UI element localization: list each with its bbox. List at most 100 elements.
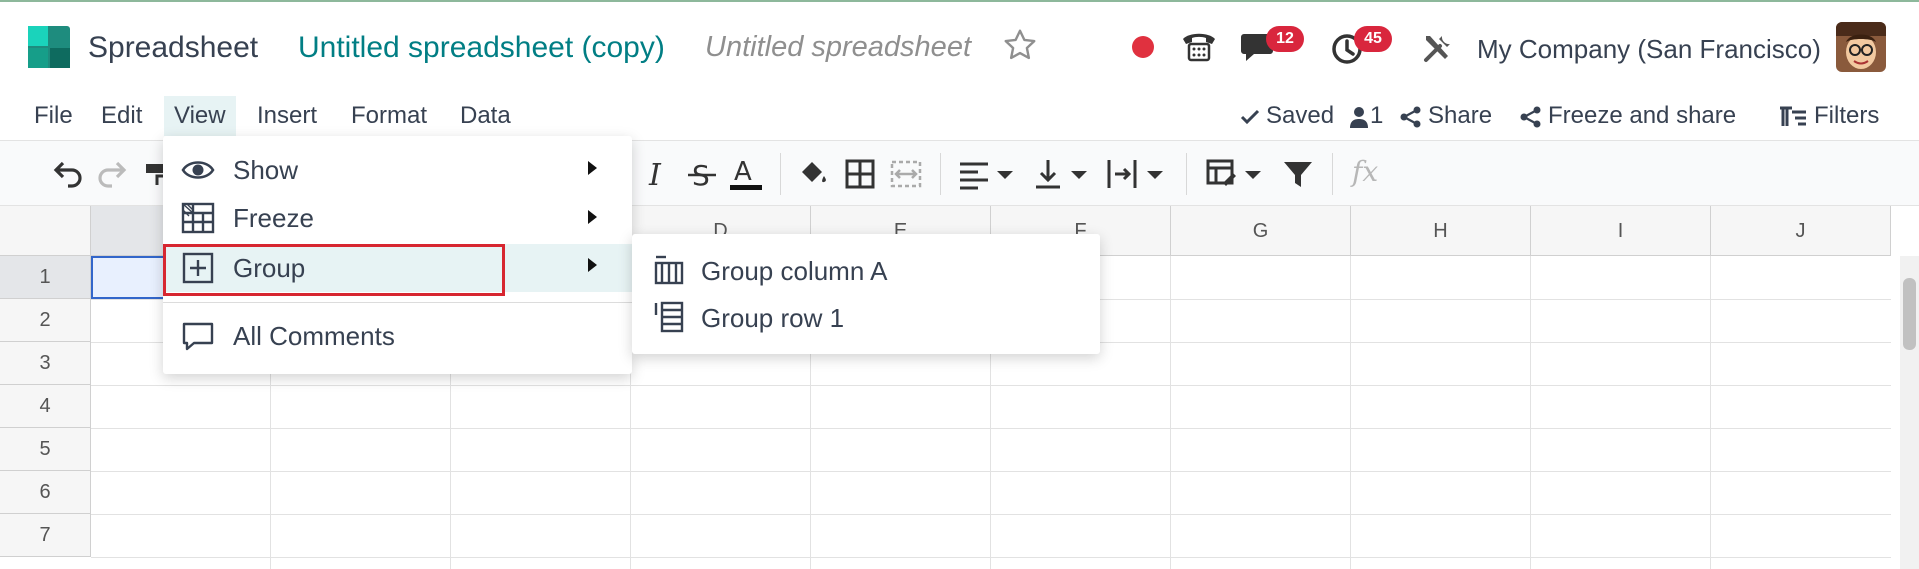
- phone-icon[interactable]: [1180, 28, 1218, 64]
- company-switcher[interactable]: My Company (San Francisco): [1477, 34, 1821, 65]
- grid-row-line: [91, 557, 1891, 558]
- column-header-j[interactable]: J: [1711, 206, 1891, 256]
- group-row-1-item[interactable]: Group row 1: [632, 294, 1100, 340]
- all-comments-label: All Comments: [233, 321, 395, 351]
- share-icon: [1520, 106, 1541, 128]
- share-icon: [1400, 106, 1421, 128]
- filters-label: Filters: [1814, 102, 1880, 129]
- freeze-and-share-label: Freeze and share: [1548, 102, 1737, 129]
- group-column-a-item[interactable]: Group column A: [632, 247, 1100, 293]
- vertical-align-icon[interactable]: [1030, 156, 1066, 192]
- collaborators-number: 1: [1370, 102, 1384, 129]
- spreadsheet-app-logo-icon[interactable]: [28, 26, 70, 68]
- group-column-a-label: Group column A: [701, 256, 888, 286]
- filters-button[interactable]: Filters: [1778, 96, 1879, 136]
- saved-status: Saved: [1240, 96, 1334, 136]
- vertical-scrollbar[interactable]: [1900, 256, 1919, 569]
- eye-icon: [181, 161, 215, 179]
- row-header-4[interactable]: 4: [0, 385, 91, 428]
- freeze-and-share-button[interactable]: Freeze and share: [1520, 96, 1736, 136]
- grid-row-line: [91, 385, 1891, 386]
- messages-count-badge: 12: [1266, 26, 1304, 52]
- chevron-down-icon[interactable]: [1242, 156, 1264, 192]
- recording-status-dot[interactable]: [1132, 36, 1154, 58]
- activities-count-badge: 45: [1354, 26, 1392, 52]
- column-header-g[interactable]: G: [1171, 206, 1351, 256]
- svg-text:A: A: [734, 157, 752, 187]
- formula-bar-label[interactable]: fx: [1352, 155, 1378, 188]
- view-menu-freeze[interactable]: Freeze: [163, 194, 632, 242]
- user-icon: [1350, 106, 1368, 128]
- row-header-5[interactable]: 5: [0, 428, 91, 471]
- document-origin-link[interactable]: Untitled spreadsheet: [705, 31, 971, 64]
- row-header-7[interactable]: 7: [0, 514, 91, 557]
- row-header-3[interactable]: 3: [0, 342, 91, 385]
- saved-label: Saved: [1266, 102, 1335, 129]
- row-header-1[interactable]: 1: [0, 256, 91, 299]
- toolbar-separator: [1186, 153, 1187, 195]
- freeze-grid-icon: [181, 202, 215, 234]
- grid-column-line: [1710, 256, 1711, 569]
- document-name[interactable]: Untitled spreadsheet (copy): [298, 31, 665, 65]
- favorite-star-icon[interactable]: [1002, 27, 1038, 63]
- view-menu-all-comments[interactable]: All Comments: [163, 312, 632, 360]
- user-avatar-image: [1836, 22, 1886, 72]
- freeze-submenu-arrow-icon: [588, 210, 597, 224]
- view-menu-show[interactable]: Show: [163, 146, 632, 194]
- group-submenu: Group column A Group row 1: [632, 234, 1100, 354]
- user-avatar[interactable]: [1836, 22, 1886, 72]
- group-highlight-annotation: [163, 244, 505, 296]
- grid-row-line: [91, 428, 1891, 429]
- toolbar-separator: [780, 153, 781, 195]
- debug-tools-icon[interactable]: [1420, 30, 1456, 66]
- menu-file[interactable]: File: [24, 96, 83, 136]
- menu-format[interactable]: Format: [341, 96, 437, 136]
- grid-column-line: [1350, 256, 1351, 569]
- italic-icon[interactable]: I: [640, 156, 676, 192]
- app-name[interactable]: Spreadsheet: [88, 31, 258, 65]
- menu-view[interactable]: View: [164, 96, 236, 136]
- chevron-down-icon[interactable]: [1144, 156, 1166, 192]
- show-label: Show: [233, 155, 299, 185]
- collaborators-count[interactable]: 1: [1350, 96, 1383, 136]
- group-row-1-label: Group row 1: [701, 303, 845, 333]
- column-header-h[interactable]: H: [1351, 206, 1531, 256]
- grid-row-line: [91, 514, 1891, 515]
- group-row-icon: [654, 301, 684, 333]
- chevron-down-icon[interactable]: [1068, 156, 1090, 192]
- menu-insert[interactable]: Insert: [247, 96, 327, 136]
- strikethrough-icon[interactable]: S: [684, 156, 720, 192]
- menu-edit[interactable]: Edit: [91, 96, 152, 136]
- top-navbar: Spreadsheet Untitled spreadsheet (copy) …: [0, 0, 1919, 92]
- row-header-2[interactable]: 2: [0, 299, 91, 342]
- check-icon: [1240, 109, 1260, 124]
- fill-color-icon[interactable]: [796, 156, 832, 192]
- undo-icon[interactable]: [50, 156, 86, 192]
- group-submenu-arrow-icon: [588, 258, 597, 272]
- share-button[interactable]: Share: [1400, 96, 1492, 136]
- conditional-format-icon[interactable]: [1204, 156, 1240, 192]
- redo-icon[interactable]: [94, 156, 130, 192]
- borders-icon[interactable]: [842, 156, 878, 192]
- merge-cells-icon[interactable]: [888, 156, 924, 192]
- column-header-i[interactable]: I: [1531, 206, 1711, 256]
- menu-divider: [163, 302, 632, 303]
- menu-data[interactable]: Data: [450, 96, 521, 136]
- grid-row-line: [91, 471, 1891, 472]
- text-wrapping-icon[interactable]: [1104, 156, 1140, 192]
- filter-icon[interactable]: [1280, 156, 1316, 192]
- text-color-icon[interactable]: A: [728, 156, 764, 192]
- chevron-down-icon[interactable]: [994, 156, 1016, 192]
- menu-bar: File Edit View Insert Format Data Saved …: [0, 92, 1919, 140]
- grid-column-line: [1530, 256, 1531, 569]
- row-header-6[interactable]: 6: [0, 471, 91, 514]
- horizontal-align-icon[interactable]: [956, 156, 992, 192]
- grid-column-line: [1170, 256, 1171, 569]
- svg-text:I: I: [648, 158, 662, 192]
- select-all-corner[interactable]: [0, 206, 91, 256]
- share-label: Share: [1428, 102, 1493, 129]
- show-submenu-arrow-icon: [588, 161, 597, 175]
- scrollbar-thumb[interactable]: [1903, 278, 1916, 350]
- comment-icon: [182, 322, 214, 351]
- freeze-label: Freeze: [233, 203, 314, 233]
